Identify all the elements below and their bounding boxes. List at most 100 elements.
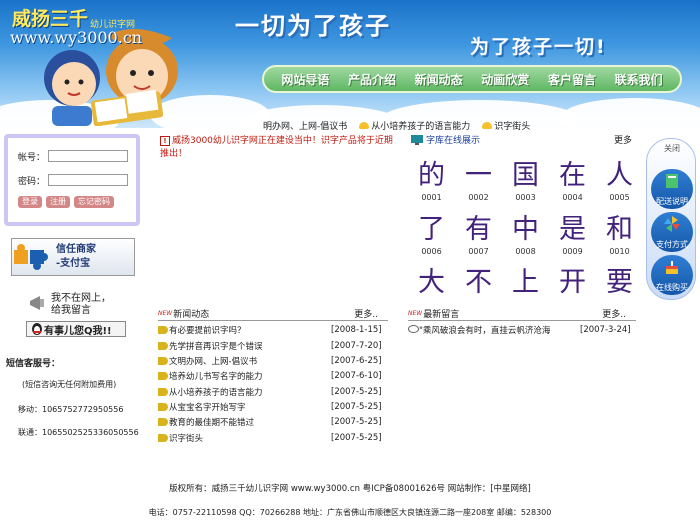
char-row: 了 有 中 是 和 xyxy=(408,207,643,246)
nav-item-news[interactable]: 新闻动态 xyxy=(415,71,463,88)
char-item[interactable]: 中 xyxy=(502,207,549,246)
news-item[interactable]: 识字街头 [2007-5-25] xyxy=(158,430,382,445)
smiley-icon xyxy=(482,121,493,129)
news-item[interactable]: 培养幼儿书写名字的能力 [2007-6-10] xyxy=(158,368,382,383)
char-item[interactable]: 的 xyxy=(408,153,455,192)
pencil-icon xyxy=(158,356,168,365)
char-item[interactable]: 有 xyxy=(455,207,502,246)
char-number: 0008 xyxy=(515,247,536,256)
online-purchase-button[interactable]: 在线购买 xyxy=(651,255,693,295)
char-item[interactable]: 要 xyxy=(596,260,643,299)
monitor-icon xyxy=(411,135,423,145)
smiley-icon xyxy=(359,121,370,129)
cloud-decoration xyxy=(560,98,700,128)
pencil-icon xyxy=(158,417,168,426)
char-row: 大 不 上 开 要 xyxy=(408,260,643,299)
char-item[interactable]: 上 xyxy=(502,260,549,299)
new-badge-icon: NEW xyxy=(408,310,423,317)
pencil-icon xyxy=(158,387,168,396)
news-item[interactable]: 文明办网、上网-倡议书 [2007-6-25] xyxy=(158,353,382,368)
char-library-title: 字库在线展示 xyxy=(410,133,480,146)
char-number: 0004 xyxy=(562,193,583,202)
forgot-password-button[interactable]: 忘记密码 xyxy=(74,196,114,208)
char-item[interactable]: 一 xyxy=(455,153,502,192)
alipay-trust-badge[interactable]: 信任商家 -支付宝 xyxy=(11,238,135,276)
char-item[interactable]: 大 xyxy=(408,260,455,299)
sms-service-title: 短信客服号： xyxy=(6,359,61,369)
speech-bubble-icon xyxy=(408,325,419,333)
login-button[interactable]: 登录 xyxy=(18,196,42,208)
sms-service-note: (短信咨询无任何附加费用) xyxy=(22,380,117,389)
nav-item-intro[interactable]: 网站导语 xyxy=(281,71,329,88)
payment-method-button[interactable]: 支付方式 xyxy=(651,212,693,252)
ticker-item[interactable]: 从小培养孩子的语言能力 xyxy=(359,119,470,132)
guestbook-item[interactable]: "乘风破浪会有时，直挂云帆济沧海 [2007-3-24] xyxy=(408,322,631,337)
main-nav: 网站导语 产品介绍 新闻动态 动画欣赏 客户留言 联系我们 xyxy=(262,65,682,93)
news-item[interactable]: 有必要提前识字吗？ [2008-1-15] xyxy=(158,322,382,337)
char-item[interactable]: 开 xyxy=(549,260,596,299)
ticker-item[interactable]: 识字街头 xyxy=(482,119,530,132)
message-line2: 给我留言 xyxy=(51,305,91,316)
char-item[interactable]: 和 xyxy=(596,207,643,246)
password-input[interactable] xyxy=(48,174,128,186)
slogan-secondary: 为了孩子一切! xyxy=(470,36,607,58)
footer-contact: 电话：0757-22110598 QQ：70266288 地址：广东省佛山市顺德… xyxy=(148,508,552,517)
register-button[interactable]: 注册 xyxy=(46,196,70,208)
footer-copyright: 版权所有：威扬三千幼儿识字网 www.wy3000.cn 粤ICP备080016… xyxy=(169,484,531,494)
qq-contact-button[interactable]: 有事儿您Q我!! xyxy=(26,321,126,337)
ticker-item[interactable]: 明办网、上网-倡议书 xyxy=(263,119,347,132)
book-icon xyxy=(666,174,678,188)
sidebar-close-button[interactable]: 关闭 xyxy=(664,143,680,154)
char-number: 0006 xyxy=(421,247,442,256)
guestbook-more-link[interactable]: 更多.. xyxy=(602,307,626,320)
news-panel-header: NEW 新闻动态 更多.. xyxy=(158,307,388,321)
cake-icon xyxy=(666,261,678,274)
site-url: www.wy3000.cn xyxy=(10,28,143,47)
char-item[interactable]: 在 xyxy=(549,153,596,192)
char-number-row: 0006 0007 0008 0009 0010 xyxy=(408,247,643,256)
site-notice: ! 威扬3000幼儿识字网正在建设当中！识字产品将于近期推出！ xyxy=(160,136,393,159)
news-more-link[interactable]: 更多.. xyxy=(354,307,378,320)
news-item[interactable]: 从宝宝名字开始写字 [2007-5-25] xyxy=(158,399,382,414)
char-number: 0007 xyxy=(468,247,489,256)
delivery-info-button[interactable]: 配送说明 xyxy=(651,169,693,209)
char-item[interactable]: 不 xyxy=(455,260,502,299)
char-item[interactable]: 人 xyxy=(596,153,643,192)
char-library-more-link[interactable]: 更多 xyxy=(614,133,632,146)
new-badge-icon: NEW xyxy=(158,310,173,317)
char-row: 的 一 国 在 人 xyxy=(408,153,643,192)
news-ticker: 明办网、上网-倡议书 从小培养孩子的语言能力 识字街头 xyxy=(263,119,563,132)
char-number: 0002 xyxy=(468,193,489,202)
news-panel-title: 新闻动态 xyxy=(173,310,210,320)
account-input[interactable] xyxy=(48,150,128,162)
char-item[interactable]: 了 xyxy=(408,207,455,246)
pencil-icon xyxy=(158,371,168,380)
megaphone-icon xyxy=(30,296,44,310)
char-number: 0010 xyxy=(609,247,630,256)
header-banner: 威扬三千 幼儿识字网 www.wy3000.cn 一切为了孩子 为了孩子一切! … xyxy=(0,0,700,128)
news-item[interactable]: 先学拼音再识字是个错误 [2007-7-20] xyxy=(158,338,382,353)
guestbook-panel-header: NEW 最新留言 更多.. xyxy=(408,307,636,321)
slogan-primary: 一切为了孩子 xyxy=(235,12,391,40)
char-number: 0005 xyxy=(609,193,630,202)
sms-unicom-number: 联通：1065502525336050556 xyxy=(18,428,139,437)
news-item[interactable]: 从小培养孩子的语言能力 [2007-5-25] xyxy=(158,384,382,399)
char-item[interactable]: 是 xyxy=(549,207,596,246)
char-item[interactable]: 国 xyxy=(502,153,549,192)
news-item[interactable]: 教育的最佳期不能错过 [2007-5-25] xyxy=(158,414,382,429)
puzzle-icon xyxy=(14,244,48,270)
login-form: 帐号： 密码： 登录 注册 忘记密码 xyxy=(4,134,140,226)
char-number-row: 0001 0002 0003 0004 0005 xyxy=(408,193,643,202)
nav-item-animation[interactable]: 动画欣赏 xyxy=(481,71,529,88)
guestbook-panel-title: 最新留言 xyxy=(423,310,460,320)
char-number: 0003 xyxy=(515,193,536,202)
pencil-icon xyxy=(158,433,168,442)
alipay-line1: 信任商家 xyxy=(56,244,96,255)
pencil-icon xyxy=(158,402,168,411)
nav-item-guestbook[interactable]: 客户留言 xyxy=(548,71,596,88)
pencil-icon xyxy=(158,325,168,334)
nav-item-products[interactable]: 产品介绍 xyxy=(348,71,396,88)
site-logo-name: 威扬三千 xyxy=(12,8,89,30)
qq-penguin-icon xyxy=(32,323,42,335)
nav-item-contact[interactable]: 联系我们 xyxy=(615,71,663,88)
